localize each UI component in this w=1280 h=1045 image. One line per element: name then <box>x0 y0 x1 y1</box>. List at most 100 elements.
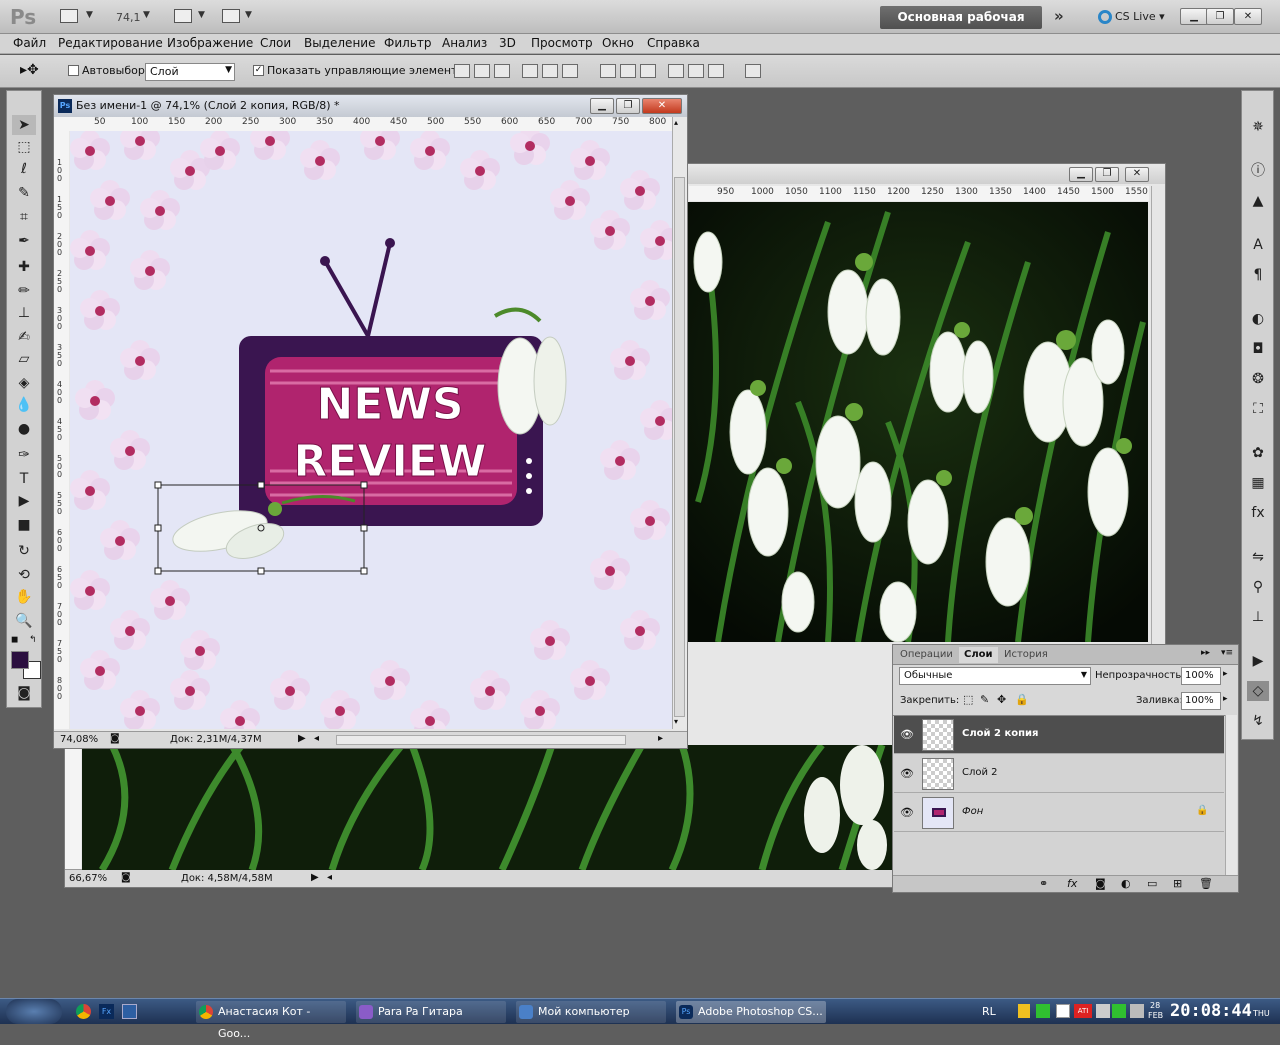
tray-icon-ati[interactable]: ATI <box>1074 1004 1092 1018</box>
tab-layers[interactable]: Слои <box>959 647 998 663</box>
doc1-horizontal-scroll-thumb[interactable] <box>336 735 626 745</box>
layer-row-background[interactable]: 👁 Фон 🔒 <box>894 794 1224 832</box>
menu-help[interactable]: Справка <box>647 36 700 50</box>
doc2-scroll-left-icon[interactable]: ◂ <box>327 872 332 883</box>
channels-icon[interactable]: ↯ <box>1247 711 1269 731</box>
input-language[interactable]: RL <box>982 1005 996 1018</box>
lock-pixels-icon[interactable]: ✎ <box>980 693 989 706</box>
lock-all-icon[interactable]: 🔒 <box>1015 693 1029 706</box>
auto-align-icon[interactable] <box>745 64 761 78</box>
doc2-restore-button[interactable]: ❐ <box>1095 167 1119 182</box>
trash-icon[interactable]: 🗑 <box>1199 877 1213 890</box>
doc2-status-icon[interactable]: ◙ <box>121 872 131 883</box>
visibility-eye-icon[interactable]: 👁 <box>900 767 914 780</box>
eyedropper-tool[interactable]: ✒ <box>12 231 36 251</box>
tray-icon-5[interactable] <box>1112 1004 1126 1018</box>
menu-3d[interactable]: 3D <box>499 36 516 50</box>
history-brush-tool[interactable]: ✍ <box>12 327 36 347</box>
document-window-1[interactable]: Ps Без имени-1 @ 74,1% (Слой 2 копия, RG… <box>53 94 688 749</box>
distribute-bottom-icon[interactable] <box>640 64 656 78</box>
menu-window[interactable]: Окно <box>602 36 634 50</box>
eraser-tool[interactable]: ▱ <box>12 349 36 369</box>
more-workspaces-icon[interactable]: » <box>1054 7 1064 25</box>
hand-tool[interactable]: ✋ <box>12 587 36 607</box>
lock-position-icon[interactable]: ✥ <box>997 693 1006 706</box>
tab-history[interactable]: История <box>999 647 1053 663</box>
panel-collapse-icon[interactable]: ▸▸ <box>1201 648 1210 658</box>
minimize-button[interactable]: ▁ <box>1180 8 1208 25</box>
chevron-down-icon[interactable]: ▼ <box>86 10 93 20</box>
zoom-level[interactable]: 74,1 <box>116 11 141 24</box>
clock-time[interactable]: 20:08:44 <box>1170 1001 1252 1021</box>
distribute-vcenter-icon[interactable] <box>620 64 636 78</box>
scroll-down-icon[interactable]: ▾ <box>674 717 678 726</box>
news-review-canvas[interactable]: NEWS REVIEW <box>70 131 672 729</box>
doc1-minimize-button[interactable]: ▁ <box>590 98 614 114</box>
visibility-eye-icon[interactable]: 👁 <box>900 806 914 819</box>
taskbar-item-player[interactable]: Para Pa Гитара <box>356 1001 506 1023</box>
arrange-documents-icon[interactable] <box>174 9 192 23</box>
menu-view[interactable]: Просмотр <box>531 36 593 50</box>
tray-icon-1[interactable] <box>1018 1004 1030 1018</box>
adjustments-icon[interactable]: ⇋ <box>1247 547 1269 567</box>
align-vcenter-icon[interactable] <box>474 64 490 78</box>
new-group-icon[interactable]: ▭ <box>1147 877 1157 890</box>
3d-panel-icon[interactable]: ⊥ <box>1247 607 1269 627</box>
start-button[interactable] <box>6 999 62 1024</box>
move-tool-icon[interactable]: ▸✥ <box>20 62 39 78</box>
visibility-eye-icon[interactable]: 👁 <box>900 728 914 741</box>
align-top-icon[interactable] <box>454 64 470 78</box>
scroll-up-icon[interactable]: ▴ <box>674 118 678 127</box>
pen-tool[interactable]: ✑ <box>12 445 36 465</box>
volume-icon[interactable] <box>1130 1004 1144 1018</box>
doc1-zoom-field[interactable]: 74,08% <box>60 734 98 745</box>
character-icon[interactable]: A <box>1247 235 1269 255</box>
swap-colors-icon[interactable]: ↰ <box>29 635 37 645</box>
menu-file[interactable]: Файл <box>13 36 46 50</box>
autoselect-checkbox[interactable] <box>68 65 79 76</box>
layers-icon[interactable]: ◇ <box>1247 681 1269 701</box>
layer-style-icon[interactable]: fx <box>1067 877 1077 890</box>
fill-input[interactable]: 100% <box>1181 692 1221 710</box>
doc2-minimize-button[interactable]: ▁ <box>1069 167 1093 182</box>
menu-edit[interactable]: Редактирование <box>58 36 163 50</box>
quick-mask-icon[interactable]: ◙ <box>12 683 36 703</box>
fill-arrow-icon[interactable]: ▸ <box>1223 694 1228 704</box>
doc1-restore-button[interactable]: ❐ <box>616 98 640 114</box>
opacity-input[interactable]: 100% <box>1181 667 1221 685</box>
restore-button[interactable]: ❐ <box>1206 8 1234 25</box>
histogram-icon[interactable]: ▲ <box>1247 191 1269 211</box>
move-tool[interactable]: ➤ <box>12 115 36 135</box>
chevron-down-icon[interactable]: ▼ <box>245 10 252 20</box>
info-icon[interactable]: ⓘ <box>1247 161 1269 181</box>
menu-layers[interactable]: Слои <box>260 36 291 50</box>
add-mask-icon[interactable]: ◙ <box>1095 877 1106 890</box>
chrome-quicklaunch-icon[interactable] <box>76 1004 91 1019</box>
doc2-zoom-field[interactable]: 66,67% <box>69 873 107 884</box>
paint-bucket-tool[interactable]: ◈ <box>12 373 36 393</box>
crop-tool[interactable]: ⌗ <box>12 207 36 227</box>
taskbar-item-chrome[interactable]: Анастасия Кот - Goo... <box>196 1001 346 1040</box>
distribute-hcenter-icon[interactable] <box>688 64 704 78</box>
lasso-tool[interactable]: ℓ <box>12 159 36 179</box>
doc2-status-menu-arrow[interactable]: ▶ <box>311 872 319 883</box>
menu-filter[interactable]: Фильтр <box>384 36 431 50</box>
marquee-tool[interactable]: ⬚ <box>12 137 36 157</box>
rectangle-tool[interactable]: ■ <box>12 515 36 535</box>
menu-analysis[interactable]: Анализ <box>442 36 487 50</box>
paragraph-icon[interactable]: ¶ <box>1247 265 1269 285</box>
fireworks-quicklaunch-icon[interactable]: Fx <box>99 1004 114 1019</box>
lock-transparency-icon[interactable]: ⬚ <box>963 693 973 706</box>
swatches-icon[interactable]: ▦ <box>1247 473 1269 493</box>
zoom-tool[interactable]: 🔍 <box>12 611 36 631</box>
chevron-down-icon[interactable]: ▼ <box>198 10 205 20</box>
panel-menu-icon[interactable]: ▾≡ <box>1221 648 1233 658</box>
tool-presets-icon[interactable]: ◐ <box>1247 309 1269 329</box>
transform-icon[interactable]: ⛶ <box>1247 399 1269 419</box>
adjustment-layer-icon[interactable]: ◐ <box>1121 877 1131 890</box>
menu-select[interactable]: Выделение <box>304 36 375 50</box>
distribute-right-icon[interactable] <box>708 64 724 78</box>
3d-orbit-tool[interactable]: ⟲ <box>12 565 36 585</box>
doc1-status-menu-arrow[interactable]: ▶ <box>298 733 306 744</box>
3d-rotate-tool[interactable]: ↻ <box>12 541 36 561</box>
